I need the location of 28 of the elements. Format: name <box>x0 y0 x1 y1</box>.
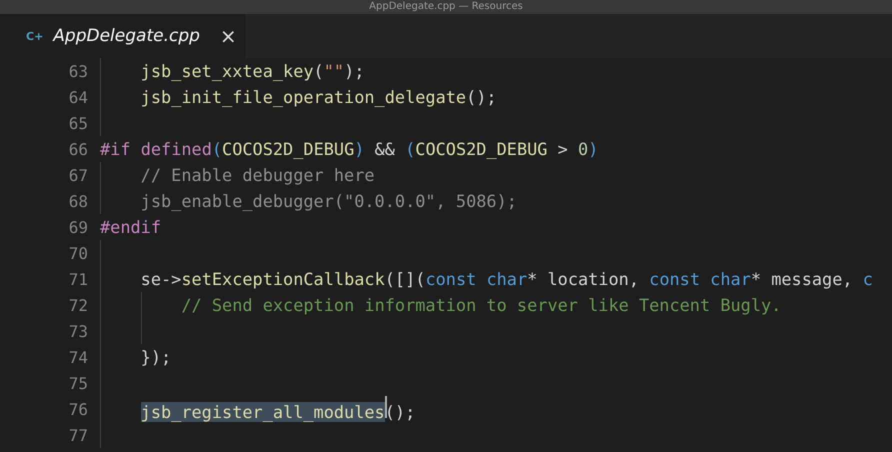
line-number: 64 <box>68 88 88 106</box>
code-line: jsb_enable_debugger("0.0.0.0", 5086); <box>140 191 517 211</box>
code-line: jsb_set_xxtea_key(""); <box>140 61 364 81</box>
code-line: jsb_init_file_operation_delegate(); <box>140 87 497 107</box>
code-line: // Enable debugger here <box>140 165 375 185</box>
line-number: 72 <box>68 296 88 314</box>
code-line: se->setExceptionCallback([](const char* location, const char* message, c <box>140 269 873 289</box>
line-number: 63 <box>68 62 88 80</box>
line-number: 76 <box>68 400 88 418</box>
editor-tab[interactable]: C+ AppDelegate.cpp × <box>0 14 245 58</box>
line-number: 73 <box>68 322 88 340</box>
line-number: 74 <box>68 348 88 366</box>
line-number: 69 <box>68 218 88 236</box>
close-button[interactable]: × <box>216 26 241 46</box>
line-number: 66 <box>68 140 88 158</box>
code-line: #if defined(COCOS2D_DEBUG) && (COCOS2D_DEBUG > 0) <box>100 139 598 159</box>
line-number: 75 <box>68 374 88 392</box>
cpp-file-icon: C+ <box>26 30 44 42</box>
code-line: }); <box>140 347 172 367</box>
line-number: 70 <box>68 244 88 262</box>
code-line: #endif <box>100 217 162 237</box>
line-number: 71 <box>68 270 88 288</box>
line-number: 67 <box>68 166 88 184</box>
line-number: 68 <box>68 192 88 210</box>
line-number: 65 <box>68 114 88 132</box>
line-number: 77 <box>68 426 88 444</box>
window-title: AppDelegate.cpp — Resources <box>369 1 523 13</box>
code-line: // Send exception information to server like Tencent Bugly. <box>180 295 782 315</box>
